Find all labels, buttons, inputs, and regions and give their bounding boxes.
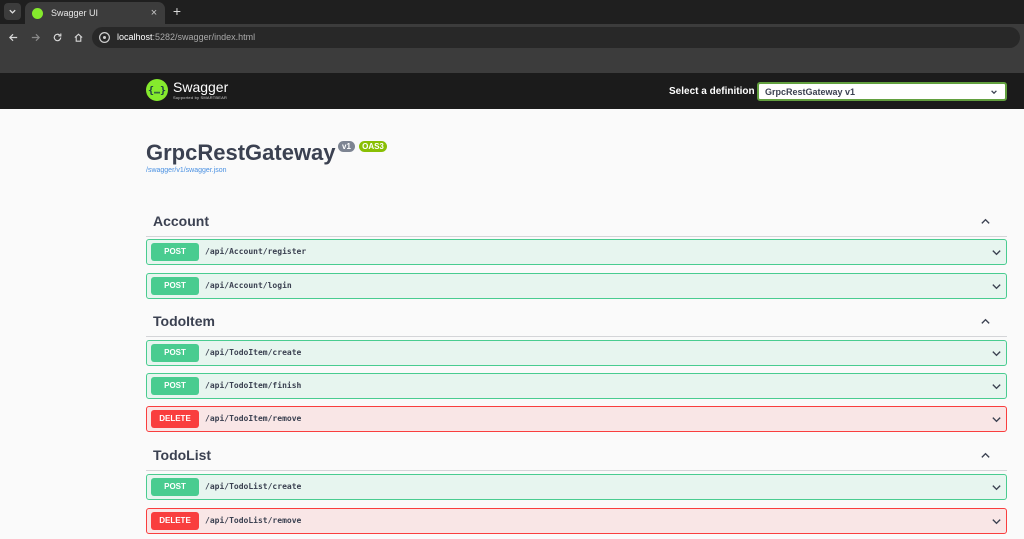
browser-toolbar: localhost:5282/swagger/index.html xyxy=(0,24,1024,50)
chevron-down-icon xyxy=(992,250,1001,256)
api-title: GrpcRestGateway xyxy=(146,140,336,165)
address-bar[interactable]: localhost:5282/swagger/index.html xyxy=(92,27,1020,48)
reload-button[interactable] xyxy=(49,29,65,45)
chevron-down-icon xyxy=(991,90,997,95)
operation-path: /api/TodoItem/remove xyxy=(205,414,302,423)
logo-subtitle: Supported by SMARTBEAR xyxy=(173,94,228,100)
operation-path: /api/Account/login xyxy=(205,281,292,290)
method-badge: POST xyxy=(151,243,199,261)
url-path: :5282/swagger/index.html xyxy=(152,32,256,42)
section-title: TodoItem xyxy=(153,313,215,329)
method-badge: POST xyxy=(151,478,199,496)
reload-icon xyxy=(53,32,61,41)
operation-path: /api/TodoItem/create xyxy=(205,348,302,357)
method-badge: POST xyxy=(151,344,199,362)
method-badge: POST xyxy=(151,277,199,295)
arrow-right-icon xyxy=(31,33,40,41)
home-icon xyxy=(73,33,83,42)
definition-select[interactable]: GrpcRestGateway v1 xyxy=(757,82,1007,101)
oas-badge: OAS3 xyxy=(359,141,387,152)
chevron-up-icon xyxy=(981,318,990,324)
tab-close-button[interactable]: × xyxy=(147,6,161,20)
operation-account-register[interactable]: POST /api/Account/register xyxy=(146,239,1007,265)
operation-path: /api/TodoList/create xyxy=(205,482,302,491)
spec-json-link[interactable]: /swagger/v1/swagger.json xyxy=(146,167,227,174)
operation-todoitem-remove[interactable]: DELETE /api/TodoItem/remove xyxy=(146,406,1007,432)
operation-account-login[interactable]: POST /api/Account/login xyxy=(146,273,1007,299)
tab-title: Swagger UI xyxy=(51,8,99,18)
site-info-button[interactable] xyxy=(98,31,111,44)
swagger-logo-icon: {…} xyxy=(146,79,168,101)
chevron-down-icon xyxy=(992,284,1001,290)
site-info-icon xyxy=(99,32,110,43)
home-button[interactable] xyxy=(70,29,86,45)
operation-todoitem-create[interactable]: POST /api/TodoItem/create xyxy=(146,340,1007,366)
arrow-left-icon xyxy=(8,33,17,41)
browser-tab-strip: Swagger UI × + xyxy=(0,0,1024,24)
version-badge: v1 xyxy=(338,141,355,152)
tab-search-button[interactable] xyxy=(4,3,21,20)
operation-path: /api/TodoItem/finish xyxy=(205,381,302,390)
chevron-down-icon xyxy=(9,9,16,14)
section-header-todoitem[interactable]: TodoItem xyxy=(146,307,1007,337)
section-title: Account xyxy=(153,213,209,229)
definition-select-value: GrpcRestGateway v1 xyxy=(765,87,856,97)
svg-text:{…}: {…} xyxy=(148,86,166,97)
back-button[interactable] xyxy=(5,29,21,45)
chevron-down-icon xyxy=(992,351,1001,357)
chevron-down-icon xyxy=(992,384,1001,390)
swagger-favicon-icon xyxy=(32,7,43,19)
operation-path: /api/Account/register xyxy=(205,247,307,256)
section-header-todolist[interactable]: TodoList xyxy=(146,441,1007,471)
chevron-down-icon xyxy=(992,417,1001,423)
method-badge: POST xyxy=(151,377,199,395)
method-badge: DELETE xyxy=(151,512,199,530)
url-text: localhost:5282/swagger/index.html xyxy=(117,32,255,42)
section-header-account[interactable]: Account xyxy=(146,207,1007,237)
operation-todoitem-finish[interactable]: POST /api/TodoItem/finish xyxy=(146,373,1007,399)
swagger-topbar: {…} Swagger Supported by SMARTBEAR Selec… xyxy=(0,73,1024,109)
bookmarks-bar xyxy=(0,50,1024,73)
chevron-up-icon xyxy=(981,218,990,224)
forward-button[interactable] xyxy=(27,29,43,45)
operation-todolist-remove[interactable]: DELETE /api/TodoList/remove xyxy=(146,508,1007,534)
browser-tab[interactable]: Swagger UI × xyxy=(25,2,165,24)
operation-path: /api/TodoList/remove xyxy=(205,516,302,525)
section-title: TodoList xyxy=(153,447,212,463)
operation-todolist-create[interactable]: POST /api/TodoList/create xyxy=(146,474,1007,500)
logo-name: Swagger xyxy=(173,78,229,95)
definition-label: Select a definition xyxy=(669,86,755,97)
swagger-logo[interactable]: {…} Swagger Supported by SMARTBEAR xyxy=(146,79,228,101)
new-tab-button[interactable]: + xyxy=(170,3,184,19)
method-badge: DELETE xyxy=(151,410,199,428)
chevron-down-icon xyxy=(992,485,1001,491)
url-host: localhost xyxy=(117,32,153,42)
chevron-up-icon xyxy=(981,452,990,458)
chevron-down-icon xyxy=(992,519,1001,525)
